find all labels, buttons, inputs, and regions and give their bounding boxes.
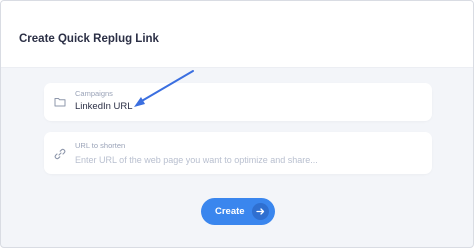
arrow-right-icon — [252, 203, 269, 220]
link-icon — [54, 148, 66, 160]
campaign-label: Campaigns — [75, 89, 113, 98]
create-button[interactable]: Create — [201, 198, 275, 225]
url-label: URL to shorten — [75, 141, 126, 150]
dialog-header: Create Quick Replug Link — [1, 1, 473, 68]
quick-link-dialog: Create Quick Replug Link Campaigns Linke… — [0, 0, 474, 248]
campaign-value: LinkedIn URL — [75, 101, 133, 112]
folder-icon — [54, 96, 66, 108]
dialog-title: Create Quick Replug Link — [19, 33, 159, 45]
create-button-label: Create — [215, 206, 245, 217]
url-field[interactable]: URL to shorten Enter URL of the web page… — [44, 132, 432, 174]
campaign-select[interactable]: Campaigns LinkedIn URL — [44, 83, 432, 121]
url-placeholder: Enter URL of the web page you want to op… — [75, 155, 318, 165]
